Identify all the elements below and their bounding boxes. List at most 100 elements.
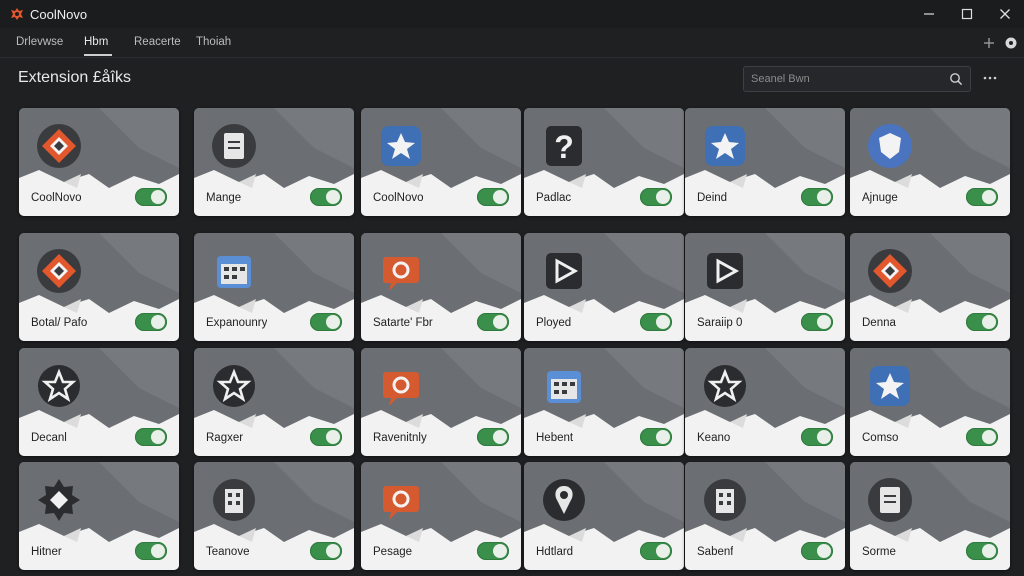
toggle-knob [817, 315, 831, 329]
extension-card[interactable]: Ravenitnly [361, 348, 521, 456]
extension-card[interactable]: Sabenf [685, 462, 845, 570]
extension-name: Sabenf [697, 546, 734, 558]
toggle-knob [326, 315, 340, 329]
extension-name: CoolNovo [373, 192, 424, 204]
extension-toggle[interactable] [966, 428, 998, 446]
toggle-knob [982, 315, 996, 329]
toggle-knob [326, 190, 340, 204]
extension-name: Keano [697, 432, 731, 444]
extension-toggle[interactable] [310, 428, 342, 446]
extension-toggle[interactable] [477, 428, 509, 446]
orange-diamond-icon [37, 124, 81, 168]
extension-card[interactable]: Teanove [194, 462, 354, 570]
extension-toggle[interactable] [640, 313, 672, 331]
extension-card[interactable]: CoolNovo [361, 108, 521, 216]
extension-name: Sorme [862, 546, 896, 558]
extension-toggle[interactable] [966, 542, 998, 560]
extension-card[interactable]: CoolNovo [19, 108, 179, 216]
extension-card[interactable]: Botal/ Pafo [19, 233, 179, 341]
extension-toggle[interactable] [801, 188, 833, 206]
extension-card[interactable]: Ployed [524, 233, 684, 341]
pin-icon [543, 479, 585, 521]
play-icon [546, 253, 582, 289]
extension-toggle[interactable] [135, 188, 167, 206]
extension-toggle[interactable] [135, 542, 167, 560]
extension-name: Hdtlard [536, 546, 574, 558]
toggle-knob [656, 544, 670, 558]
extension-card[interactable]: Comso [850, 348, 1010, 456]
extension-card[interactable]: Satarte' Fbr [361, 233, 521, 341]
extension-card[interactable]: Pesage [361, 462, 521, 570]
extension-toggle[interactable] [640, 428, 672, 446]
toggle-knob [656, 430, 670, 444]
building-icon [213, 479, 255, 521]
extension-toggle[interactable] [801, 313, 833, 331]
orange-diamond-icon [868, 249, 912, 293]
extension-toggle[interactable] [135, 428, 167, 446]
toggle-knob [151, 315, 165, 329]
toggle-knob [656, 315, 670, 329]
extension-card[interactable]: Ragxer [194, 348, 354, 456]
extension-toggle[interactable] [801, 542, 833, 560]
orange-chat-icon [383, 486, 419, 520]
svg-text:?: ? [554, 129, 574, 165]
toggle-knob [982, 430, 996, 444]
document-icon [868, 478, 912, 522]
extension-card[interactable]: Hitner [19, 462, 179, 570]
extension-card[interactable]: Decanl [19, 348, 179, 456]
extension-toggle[interactable] [640, 542, 672, 560]
extension-toggle[interactable] [310, 188, 342, 206]
blue-star-icon [870, 366, 910, 406]
extension-toggle[interactable] [640, 188, 672, 206]
extension-name: Satarte' Fbr [373, 317, 433, 329]
calendar-icon [547, 371, 581, 403]
blue-star-icon [705, 126, 745, 166]
extension-toggle[interactable] [310, 542, 342, 560]
extension-name: Mange [206, 192, 242, 204]
extension-name: Denna [862, 317, 896, 329]
extension-toggle[interactable] [801, 428, 833, 446]
extension-name: Decanl [31, 432, 67, 444]
extension-name: Ravenitnly [373, 432, 427, 444]
toggle-knob [817, 430, 831, 444]
extension-card[interactable]: ? Padlac [524, 108, 684, 216]
toggle-knob [817, 190, 831, 204]
extension-name: Deind [697, 192, 728, 204]
extension-name: Teanove [206, 546, 250, 558]
extension-name: Botal/ Pafo [31, 317, 88, 329]
extension-name: Ajnuge [862, 192, 898, 204]
extension-toggle[interactable] [966, 188, 998, 206]
extension-card[interactable]: Hebent [524, 348, 684, 456]
extension-name: Padlac [536, 192, 572, 204]
toggle-knob [982, 190, 996, 204]
extension-toggle[interactable] [966, 313, 998, 331]
extension-card[interactable]: Hdtlard [524, 462, 684, 570]
extension-toggle[interactable] [477, 313, 509, 331]
extension-name: Saraiip 0 [697, 317, 743, 329]
orange-chat-icon [383, 372, 419, 406]
extension-card[interactable]: Sorme [850, 462, 1010, 570]
toggle-knob [493, 430, 507, 444]
extension-card[interactable]: Keano [685, 348, 845, 456]
orange-diamond-icon [37, 249, 81, 293]
extension-card[interactable]: Deind [685, 108, 845, 216]
extension-name: CoolNovo [31, 192, 82, 204]
extension-name: Expanounry [206, 317, 268, 329]
gear-icon [38, 479, 80, 521]
extension-card[interactable]: Saraiip 0 [685, 233, 845, 341]
extension-card[interactable]: Expanounry [194, 233, 354, 341]
question-icon: ? [546, 126, 582, 166]
extension-name: Pesage [373, 546, 413, 558]
extension-toggle[interactable] [477, 542, 509, 560]
extension-card[interactable]: Ajnuge [850, 108, 1010, 216]
extension-card[interactable]: Mange [194, 108, 354, 216]
extension-toggle[interactable] [310, 313, 342, 331]
extension-card[interactable]: Denna [850, 233, 1010, 341]
toggle-knob [493, 190, 507, 204]
extension-toggle[interactable] [135, 313, 167, 331]
toggle-knob [817, 544, 831, 558]
extension-toggle[interactable] [477, 188, 509, 206]
toggle-knob [326, 430, 340, 444]
toggle-knob [982, 544, 996, 558]
calendar-icon [217, 256, 251, 288]
